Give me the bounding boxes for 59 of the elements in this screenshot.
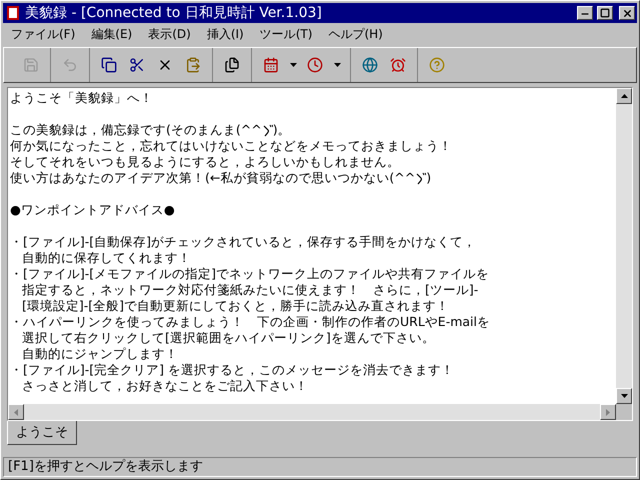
text-line: ●ワンポイントアドバイス●: [10, 202, 176, 218]
menu-item[interactable]: 表示(D): [142, 25, 197, 43]
menu-item[interactable]: ファイル(F): [5, 25, 82, 43]
right-arrow-icon: [606, 408, 610, 416]
undo-icon: [62, 57, 78, 73]
text-line: この美貌録は，備忘録です(そのまんま(^^: [10, 122, 262, 138]
text-line: 指定すると，ネットワーク対応付箋紙みたいに使えます！ さらに，[ツール]-: [21, 282, 480, 298]
down-arrow-icon: [620, 394, 628, 398]
vertical-scrollbar[interactable]: [616, 88, 632, 404]
text-line: ・[ファイル]-[メモファイルの指定]でネットワーク上のファイルや共有ファイルを: [10, 266, 490, 282]
scissors-icon: [129, 57, 145, 73]
iteration-mark-icon: [415, 172, 426, 184]
caret-icon: [290, 63, 296, 67]
text-line: ・[ファイル]-[完全クリア] を選択すると，このメッセージを消去できます！: [10, 362, 455, 378]
scroll-up-button[interactable]: [616, 88, 632, 104]
text-line: さっさと消して，お好きなことをご記入下さい！: [21, 378, 309, 394]
document-tab[interactable]: ようこそ: [7, 421, 77, 445]
horizontal-scrollbar[interactable]: [8, 404, 616, 420]
clipboard-icon: [185, 57, 201, 73]
globe-icon: [362, 57, 378, 73]
scroll-down-button[interactable]: [616, 388, 632, 404]
text-line: 選択して右クリックして[選択範囲をハイパーリンク]を選んで下さい。: [21, 330, 436, 346]
status-text: [F1]を押すとヘルプを表示します: [8, 458, 203, 476]
close-icon: [622, 8, 632, 18]
close-button[interactable]: [619, 6, 635, 20]
menu-item[interactable]: ツール(T): [254, 25, 318, 43]
text-line: 使い方はあなたのアイデア次第！(←私が貧弱なので思いつかない(^^: [10, 170, 416, 186]
calendar-icon: [263, 57, 279, 73]
help-icon: [429, 57, 445, 73]
iteration-mark-icon: [262, 124, 273, 136]
maximize-icon: [600, 8, 610, 18]
text-line: 自動的に保存してくれます！: [21, 250, 192, 266]
menu-item[interactable]: 挿入(I): [200, 25, 250, 43]
scroll-right-button[interactable]: [600, 404, 616, 420]
window-title: 美貌録 - [Connected to 日和見時計 Ver.1.03]: [25, 4, 323, 22]
text-line: ようこそ「美貌録」へ！: [10, 90, 154, 106]
menu-item[interactable]: ヘルプ(H): [322, 25, 389, 43]
text-line: ): [426, 170, 432, 186]
maximize-button[interactable]: [597, 6, 613, 20]
text-line: [環境設定]-[全般]で自動更新にしておくと，勝手に読み込み直されます！: [21, 298, 450, 314]
left-arrow-icon: [14, 408, 18, 416]
text-line: )。: [272, 122, 291, 138]
text-line: ・[ファイル]-[自動保存]がチェックされていると，保存する手間をかけなくて，: [10, 234, 478, 250]
caret-icon: [334, 63, 340, 67]
text-line: そしてそれをいつも見るようにすると，よろしいかもしれません。: [10, 154, 401, 170]
copy-icon: [101, 57, 117, 73]
menu-item[interactable]: 編集(E): [85, 25, 138, 43]
text-line: 何か気になったこと，忘れてはいけないことなどをメモっておきましょう！: [10, 138, 453, 154]
scrollbar-corner: [616, 404, 632, 420]
minimize-button[interactable]: [577, 6, 593, 20]
pages-icon: [224, 57, 240, 73]
save-icon: [23, 57, 39, 73]
alarm-clock-icon: [390, 57, 406, 73]
clock-icon: [307, 57, 323, 73]
scroll-left-button[interactable]: [8, 404, 24, 420]
book-icon: [5, 5, 21, 21]
text-line: ・ハイパーリンクを使ってみましょう！ 下の企画・制作の作者のURLやE-mailを: [10, 314, 491, 330]
up-arrow-icon: [620, 94, 628, 98]
text-line: 自動的にジャンプします！: [21, 346, 179, 362]
